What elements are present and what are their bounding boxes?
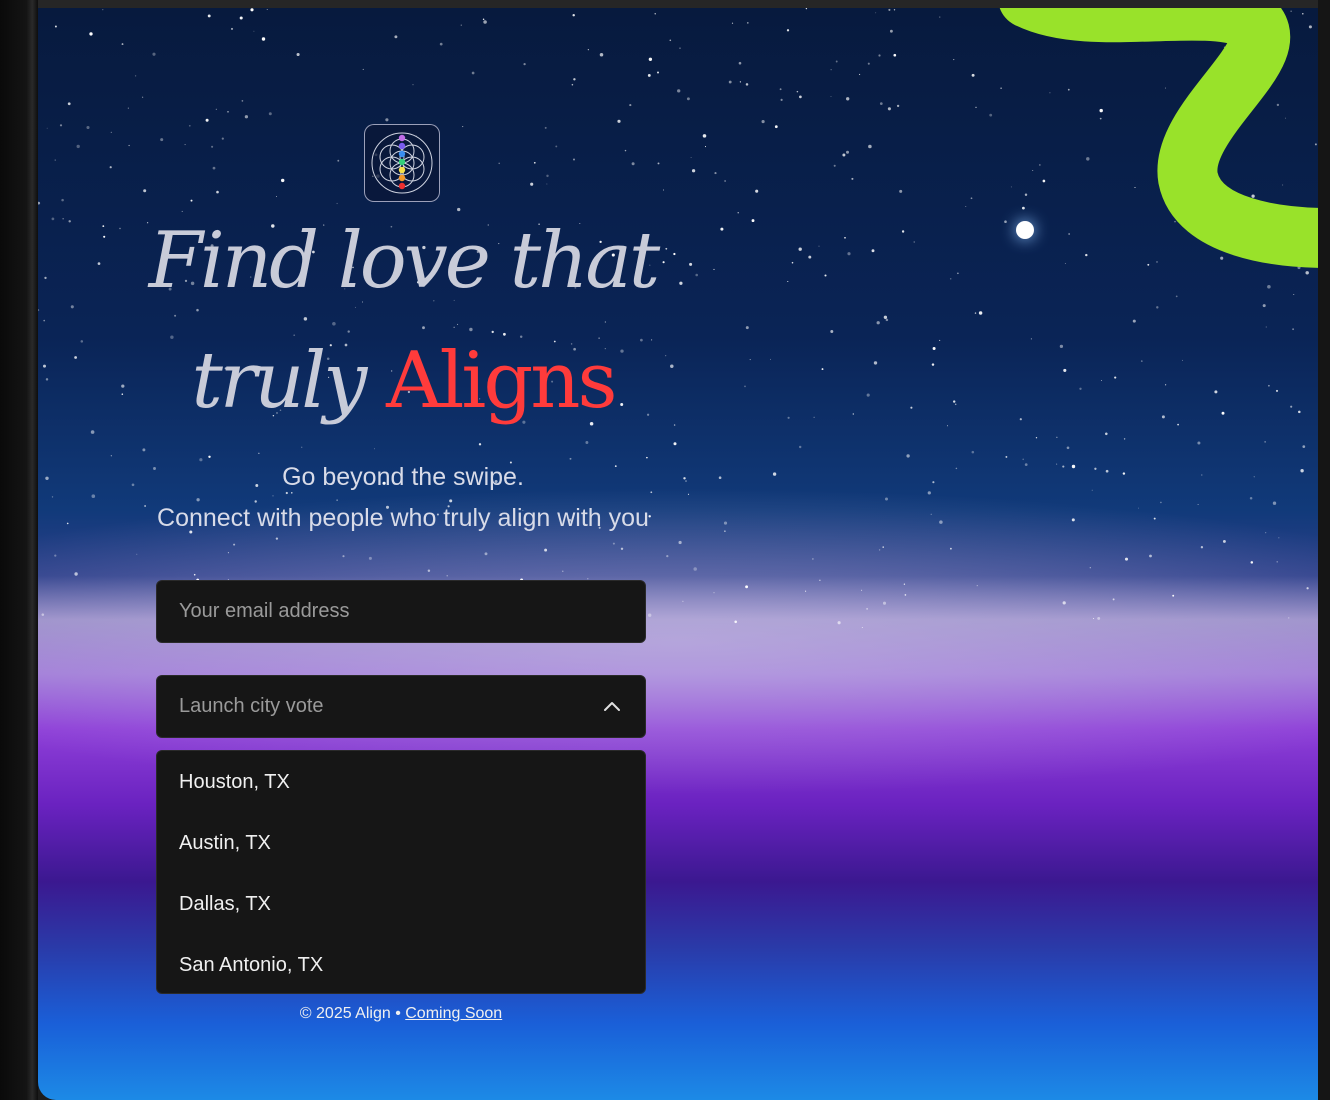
launch-city-select-label: Launch city vote (179, 695, 324, 717)
launch-city-select[interactable]: Launch city vote (156, 675, 646, 738)
subtitle-line-1: Go beyond the swipe. (282, 463, 524, 491)
chevron-up-icon (604, 701, 620, 711)
headline-word-truly: truly (191, 336, 367, 426)
device-frame-right (1318, 0, 1330, 1100)
headline-accent-aligns: Aligns (386, 336, 617, 426)
device-frame-top (0, 0, 1330, 8)
city-option-san-antonio[interactable]: San Antonio, TX (157, 938, 645, 999)
launch-city-dropdown-menu: Houston, TX Austin, TX Dallas, TX San An… (156, 750, 646, 994)
city-option-austin[interactable]: Austin, TX (157, 816, 645, 877)
footer-copyright: © 2025 Align • (299, 1005, 401, 1022)
coming-soon-link[interactable]: Coming Soon (405, 1005, 502, 1022)
footer: © 2025 Align • Coming Soon (156, 1005, 646, 1023)
city-option-houston[interactable]: Houston, TX (157, 755, 645, 816)
email-input[interactable] (157, 581, 645, 642)
email-field-container (156, 580, 646, 643)
landing-screen: Find love that truly Aligns Go beyond th… (38, 8, 1318, 1100)
flower-of-life-chakra-icon (371, 132, 433, 194)
headline-line-2: truly Aligns (108, 342, 698, 420)
subtitle-line-2: Connect with people who truly align with… (157, 504, 649, 532)
city-option-dallas[interactable]: Dallas, TX (157, 877, 645, 938)
headline-line-1: Find love that (148, 216, 660, 306)
green-squiggle-decoration (999, 8, 1318, 268)
app-logo (364, 124, 440, 202)
device-frame-left (0, 0, 38, 1100)
